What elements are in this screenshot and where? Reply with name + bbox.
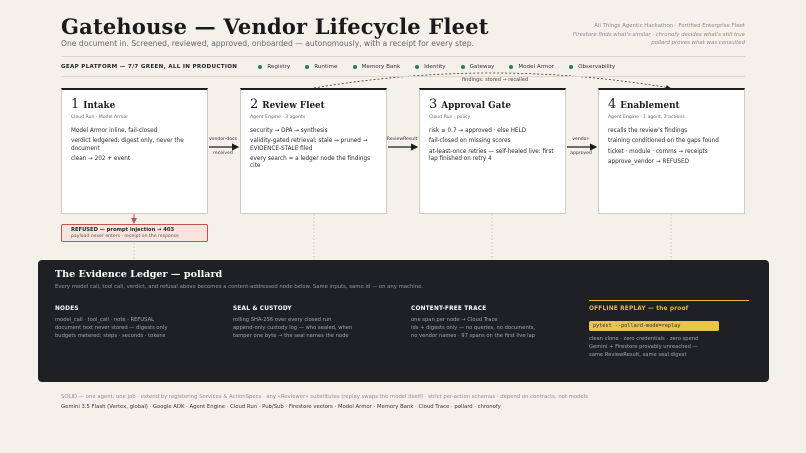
- status-dot-icon: [258, 64, 263, 69]
- platform-item-observability: Observability: [569, 64, 615, 70]
- stage-line: approve_vendor → REFUSED: [608, 158, 689, 165]
- stage-review-fleet: 2 Review Fleet Agent Engine · 3 agents se…: [240, 88, 387, 214]
- status-dot-icon: [305, 64, 310, 69]
- stage-line: every search = a ledger node the finding…: [250, 155, 371, 170]
- column-line: budgets metered: steps · seconds · token…: [55, 333, 166, 340]
- column-line: no vendor names · 97 spans on the first …: [411, 333, 536, 340]
- platform-item-gateway: Gateway: [460, 64, 494, 70]
- arrow-label-review-result: ReviewResult: [386, 137, 418, 142]
- stage-line: Model Armor inline, fail-closed: [71, 128, 158, 134]
- column-line: model_call · tool_call · note · REFUSAL: [55, 317, 155, 323]
- column-line: same ReviewResult, same seal digest: [589, 352, 687, 359]
- findings-label: findings: stored → recalled: [460, 77, 531, 83]
- arrow-label-vendor-approved: vendor- approved: [570, 137, 592, 156]
- column-line: rolling SHA-256 over every closed run: [233, 317, 332, 323]
- platform-item-registry: Registry: [258, 64, 290, 70]
- column-heading: NODES: [55, 306, 79, 312]
- ledger-subtitle: Every model call, tool call, verdict, an…: [55, 284, 424, 290]
- column-line: tamper one byte → the seal names the nod…: [233, 333, 349, 340]
- status-dot-icon: [415, 64, 420, 69]
- column-heading: OFFLINE REPLAY — the proof: [589, 306, 689, 312]
- stage-line: validity-gated retrieval: stale → pruned…: [250, 138, 368, 152]
- tagline-2: pollard proves what was consulted: [651, 40, 745, 47]
- column-heading: CONTENT-FREE TRACE: [411, 306, 487, 312]
- refused-title: REFUSED — prompt injection → 403: [71, 227, 175, 233]
- stage-number: 2: [250, 97, 259, 112]
- stage-approval-gate: 3 Approval Gate Cloud Run · policy risk ≤…: [419, 88, 566, 214]
- platform-label: GEAP PLATFORM — 7/7 GREEN, ALL IN PRODUC…: [61, 63, 238, 70]
- column-line: append-only custody log — who sealed, wh…: [233, 325, 353, 332]
- hackathon-label: All Things Agentic Hackathon · Fortified…: [594, 23, 745, 29]
- platform-item-runtime: Runtime: [305, 64, 338, 70]
- stage-line: training conditioned on the gaps found: [608, 138, 719, 145]
- stage-meta: Agent Engine · 1 agent, 3 actions: [608, 115, 685, 120]
- stage-line: recalls the review's findings: [608, 128, 688, 134]
- column-line: ids + digests only — no queries, no docu…: [411, 325, 536, 332]
- evidence-ledger-panel: The Evidence Ledger — pollard Every mode…: [38, 260, 769, 382]
- stage-intake: 1 Intake Cloud Run · Model Armor Model Ar…: [61, 88, 208, 214]
- status-dot-icon: [569, 64, 574, 69]
- status-dot-icon: [352, 64, 357, 69]
- stage-meta: Cloud Run · Model Armor: [71, 115, 129, 120]
- ledger-column-trace: CONTENT-FREE TRACE one span per node → C…: [411, 304, 589, 360]
- stage-name: Review Fleet: [262, 101, 325, 111]
- refused-detail: payload never enters · receipt on the re…: [71, 234, 179, 239]
- replay-command: pytest --pollard-mode=replay: [589, 321, 719, 331]
- stage-number: 1: [71, 97, 80, 112]
- stage-line: fail-closed on missing scores: [429, 138, 511, 145]
- status-dot-icon: [460, 64, 465, 69]
- ledger-column-offline-replay: OFFLINE REPLAY — the proof pytest --poll…: [589, 300, 749, 360]
- stage-number: 3: [429, 97, 438, 112]
- stage-line: at-least-once retries — self-healed live…: [429, 148, 554, 162]
- stage-name: Enablement: [620, 101, 680, 111]
- stage-line: risk ≤ 0.7 → approved · else HELD: [429, 128, 527, 134]
- stage-line: security → DPA → synthesis: [250, 128, 328, 134]
- column-line: one span per node → Cloud Trace: [411, 317, 498, 323]
- stage-name: Approval Gate: [441, 101, 511, 111]
- page-title: Gatehouse — Vendor Lifecycle Fleet: [61, 14, 489, 39]
- stage-line: ticket · module · comms → receipts: [608, 148, 708, 155]
- refused-callout: REFUSED — prompt injection → 403 payload…: [61, 224, 208, 242]
- tagline-1: Firestore finds what's similar · chronof…: [572, 31, 745, 38]
- footer-principles: SOLID — one agent, one job · extend by r…: [61, 394, 588, 400]
- platform-item-identity: Identity: [415, 64, 446, 70]
- stage-line: clean → 202 + event: [71, 155, 131, 162]
- status-dot-icon: [509, 64, 514, 69]
- stage-name: Intake: [83, 101, 116, 111]
- ledger-title: The Evidence Ledger — pollard: [55, 269, 223, 280]
- ledger-column-seal-custody: SEAL & CUSTODY rolling SHA-256 over ever…: [233, 304, 411, 360]
- column-line: document text never stored — digests onl…: [55, 325, 168, 332]
- stage-meta: Cloud Run · policy: [429, 115, 471, 120]
- stage-line: verdict ledgered: digest only, never the…: [71, 138, 184, 152]
- page-subtitle: One document in. Screened, reviewed, app…: [61, 39, 474, 48]
- column-line: clean clone · zero credentials · zero sp…: [589, 336, 699, 342]
- column-heading: SEAL & CUSTODY: [233, 306, 292, 312]
- footer-stack: Gemini 3.5 Flash (Vertex, global) · Goog…: [61, 404, 501, 410]
- hackathon-note: All Things Agentic Hackathon · Fortified…: [573, 22, 745, 48]
- column-line: Gemini + Firestore provably unreached —: [589, 344, 698, 351]
- stage-enablement: 4 Enablement Agent Engine · 1 agent, 3 ac…: [598, 88, 745, 214]
- ledger-column-nodes: NODES model_call · tool_call · note · RE…: [55, 304, 233, 360]
- arrow-label-vendor-docs: vendor-docs received: [208, 137, 238, 156]
- platform-item-memory-bank: Memory Bank: [352, 64, 400, 70]
- platform-status-bar: GEAP PLATFORM — 7/7 GREEN, ALL IN PRODUC…: [61, 56, 745, 77]
- stage-number: 4: [608, 97, 617, 112]
- platform-item-model-armor: Model Armor: [509, 64, 554, 70]
- stage-meta: Agent Engine · 3 agents: [250, 115, 306, 120]
